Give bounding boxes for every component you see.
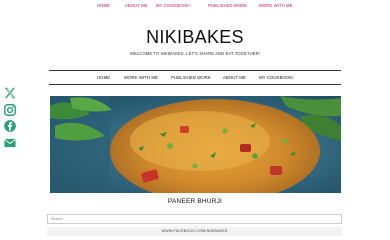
search-input[interactable] xyxy=(47,214,342,224)
main-navigation: HOME WORK WITH ME PUBLISHED WORK ABOUT M… xyxy=(49,70,341,85)
main-nav-published-work[interactable]: PUBLISHED WORK xyxy=(171,75,211,80)
main-nav-home[interactable]: HOME xyxy=(97,75,110,80)
site-title[interactable]: NIKIBAKES xyxy=(0,27,390,48)
x-icon[interactable] xyxy=(3,86,17,100)
facebook-icon[interactable] xyxy=(3,119,17,133)
top-nav-work-with-me[interactable]: WORK WITH ME xyxy=(259,3,293,8)
social-links xyxy=(3,86,19,152)
main-nav-work-with-me[interactable]: WORK WITH ME xyxy=(124,75,158,80)
facebook-link[interactable]: WWW.FACEBOOK.COM/NIKIBAKES xyxy=(47,227,342,236)
top-nav-published-work[interactable]: PUBLISHED WORK xyxy=(208,3,247,8)
paneer-bhurji-photo xyxy=(50,96,341,193)
main-nav-my-cookbook[interactable]: MY COOKBOOK! xyxy=(259,75,294,80)
top-nav-my-cookbook[interactable]: MY COOKBOOK! xyxy=(156,3,190,8)
post-title[interactable]: PANEER BHURJI xyxy=(0,198,390,205)
top-nav-home[interactable]: HOME xyxy=(97,3,110,8)
instagram-icon[interactable] xyxy=(3,103,17,117)
top-nav-about-me[interactable]: ABOUT ME xyxy=(125,3,148,8)
main-nav-about-me[interactable]: ABOUT ME xyxy=(223,75,246,80)
email-icon[interactable] xyxy=(3,136,17,150)
site-tagline: WELCOME TO NIKIBAKES. LET'S SHARE AND EA… xyxy=(129,51,261,56)
featured-post-image[interactable] xyxy=(50,96,341,193)
